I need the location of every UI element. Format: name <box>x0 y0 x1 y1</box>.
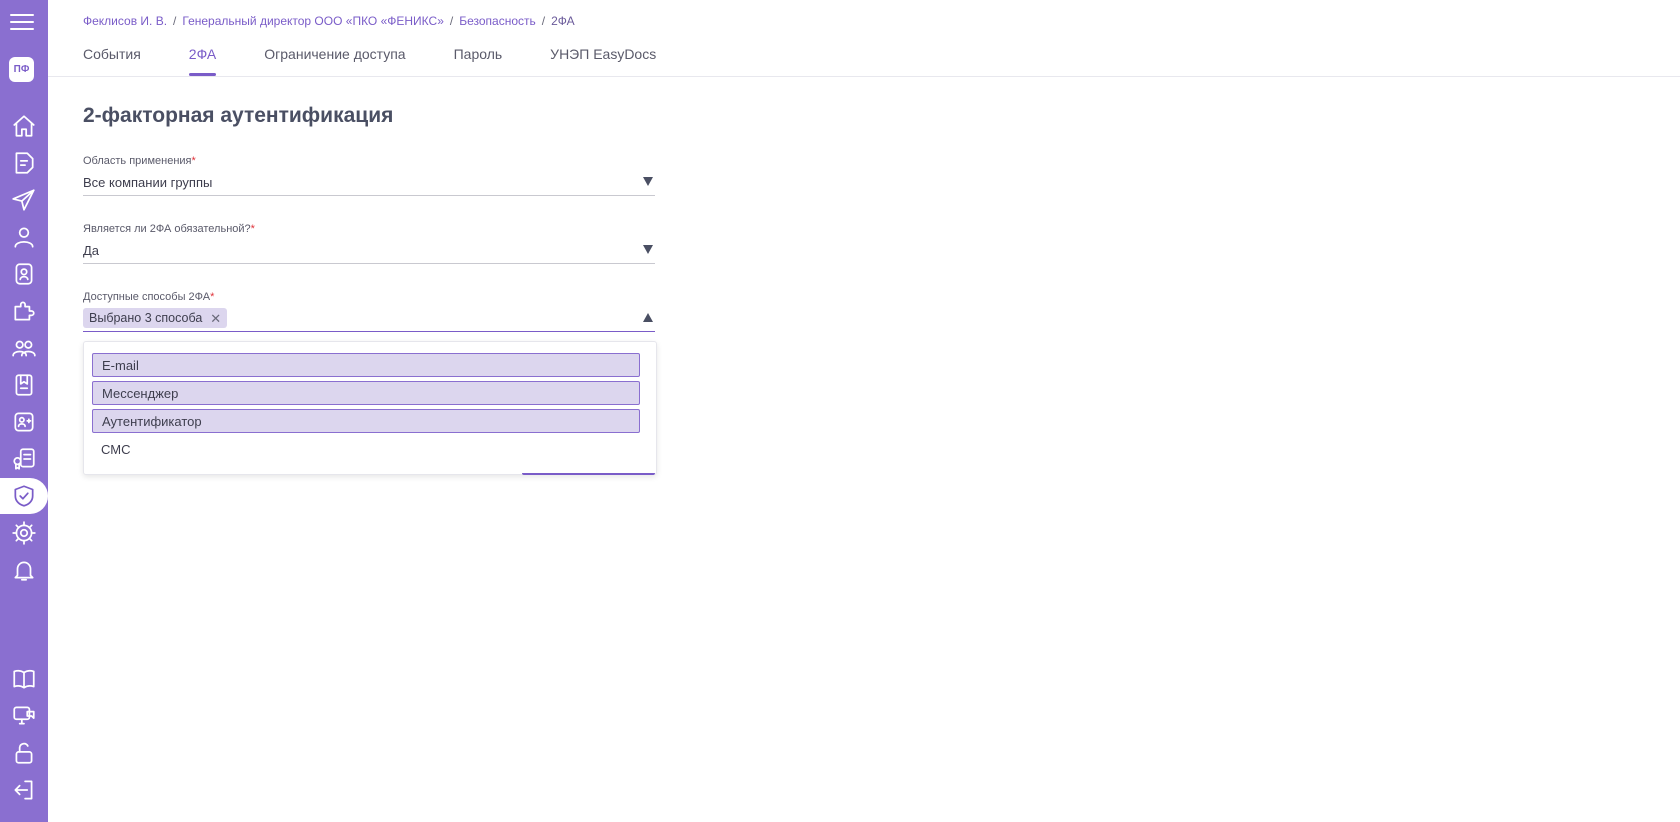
user-icon[interactable] <box>0 219 48 255</box>
close-icon[interactable]: ✕ <box>210 312 221 325</box>
chip-label: Выбрано 3 способа <box>89 311 203 325</box>
page-title: 2-факторная аутентификация <box>83 104 394 127</box>
scope-value: Все компании группы <box>83 174 213 190</box>
paper-plane-icon[interactable] <box>0 182 48 218</box>
option-authenticator[interactable]: Аутентификатор <box>92 409 640 433</box>
breadcrumb-separator: / <box>541 14 546 28</box>
breadcrumb-separator: / <box>449 14 454 28</box>
unlock-icon[interactable] <box>0 735 48 771</box>
tab-events[interactable]: События <box>83 46 141 76</box>
scope-label: Область применения* <box>83 155 196 167</box>
tab-access-restriction[interactable]: Ограничение доступа <box>264 46 405 76</box>
users-group-icon[interactable] <box>0 330 48 366</box>
monitor-chat-icon[interactable] <box>0 698 48 734</box>
caret-up-icon[interactable] <box>643 313 653 322</box>
breadcrumb-position[interactable]: Генеральный директор ООО «ПКО «ФЕНИКС» <box>182 14 444 28</box>
bell-icon[interactable] <box>0 552 48 588</box>
option-email[interactable]: E-mail <box>92 353 640 377</box>
book-badge-icon[interactable] <box>0 367 48 403</box>
scope-field: Область применения* Все компании группы <box>83 155 655 196</box>
tab-2fa[interactable]: 2ФА <box>188 46 217 76</box>
certificate-icon[interactable] <box>0 441 48 477</box>
logout-icon[interactable] <box>0 772 48 808</box>
methods-label: Доступные способы 2ФА* <box>83 291 215 303</box>
obscured-button-edge <box>522 473 655 475</box>
menu-icon[interactable] <box>10 12 34 30</box>
methods-dropdown: E-mail Мессенджер Аутентификатор СМС <box>83 341 657 475</box>
methods-field: Доступные способы 2ФА* Выбрано 3 способа… <box>83 291 655 332</box>
breadcrumb: Феклисов И. В. / Генеральный директор ОО… <box>83 14 575 28</box>
mandatory-value: Да <box>83 242 100 258</box>
scope-select[interactable]: Все компании группы <box>83 169 655 196</box>
breadcrumb-current: 2ФА <box>551 14 575 28</box>
shield-check-icon[interactable] <box>0 478 48 514</box>
option-messenger[interactable]: Мессенджер <box>92 381 640 405</box>
tabs-divider <box>48 76 1680 77</box>
caret-down-icon <box>643 245 653 254</box>
puzzle-icon[interactable] <box>0 293 48 329</box>
breadcrumb-separator: / <box>173 14 177 28</box>
methods-select[interactable]: Выбрано 3 способа ✕ <box>83 305 655 332</box>
open-book-icon[interactable] <box>0 661 48 697</box>
avatar[interactable]: ПФ <box>9 57 34 82</box>
home-icon[interactable] <box>0 108 48 144</box>
mandatory-field: Является ли 2ФА обязательной?* Да <box>83 223 655 264</box>
breadcrumb-security[interactable]: Безопасность <box>459 14 536 28</box>
sidebar: ПФ <box>0 0 48 822</box>
tab-password[interactable]: Пароль <box>454 46 503 76</box>
selected-count-chip: Выбрано 3 способа ✕ <box>83 308 228 328</box>
mandatory-select[interactable]: Да <box>83 237 655 264</box>
caret-down-icon <box>643 177 653 186</box>
contact-card-icon[interactable] <box>0 404 48 440</box>
mandatory-label: Является ли 2ФА обязательной?* <box>83 223 255 235</box>
tabs: События 2ФА Ограничение доступа Пароль У… <box>83 46 704 76</box>
option-sms[interactable]: СМС <box>92 437 640 461</box>
badge-icon[interactable] <box>0 256 48 292</box>
tab-easydocs[interactable]: УНЭП EasyDocs <box>550 46 656 76</box>
document-icon[interactable] <box>0 145 48 181</box>
breadcrumb-user[interactable]: Феклисов И. В. <box>83 14 167 28</box>
gear-icon[interactable] <box>0 515 48 551</box>
